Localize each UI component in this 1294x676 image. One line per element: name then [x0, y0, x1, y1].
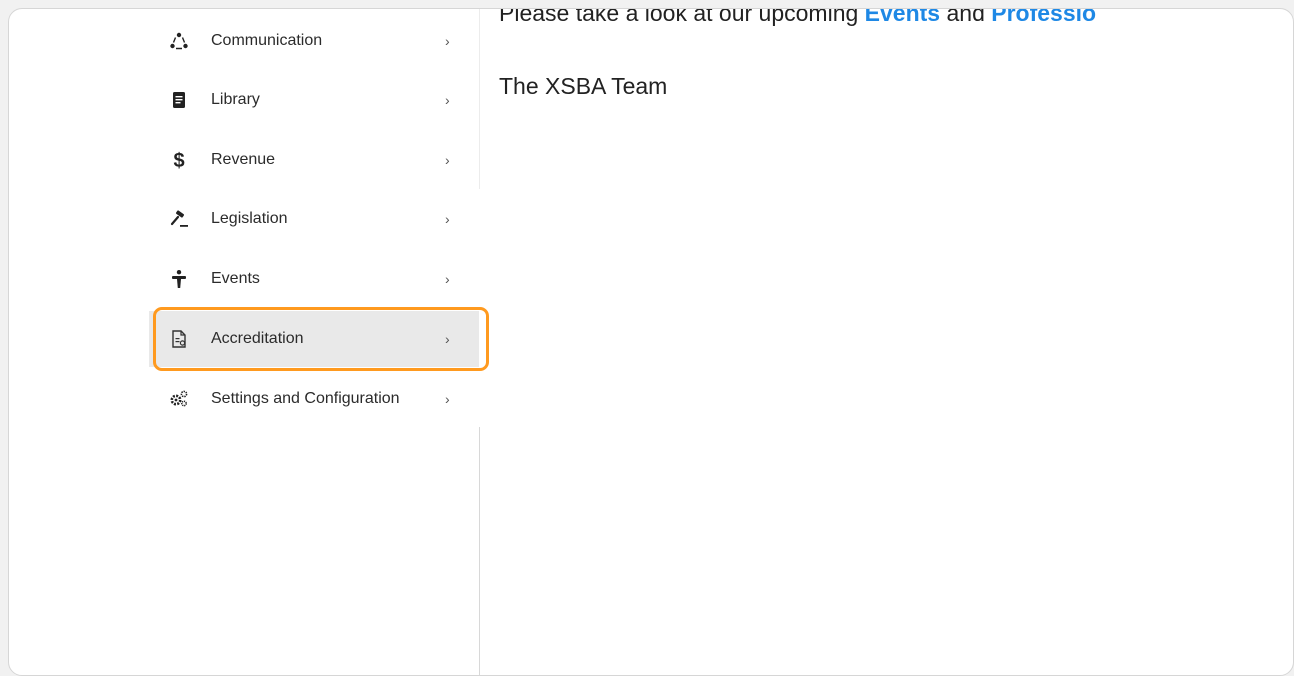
- chevron-right-icon: ›: [445, 211, 450, 227]
- chevron-right-icon: ›: [445, 271, 450, 287]
- events-link[interactable]: Events: [865, 9, 940, 26]
- sidebar-item-label: Revenue: [211, 151, 276, 168]
- sidebar-nav: Communication › Library › $ Revenue › Le…: [9, 9, 479, 675]
- chevron-right-icon: ›: [445, 391, 450, 407]
- sidebar-item-label: Legislation: [211, 210, 288, 227]
- sidebar-item-revenue[interactable]: $ Revenue ›: [149, 132, 479, 188]
- sidebar-item-label: Events: [211, 270, 260, 287]
- chevron-right-icon: ›: [445, 33, 450, 49]
- gears-icon: [169, 389, 189, 409]
- sidebar-item-accreditation[interactable]: Accreditation ›: [149, 311, 479, 367]
- sidebar-item-legislation[interactable]: Legislation ›: [149, 191, 479, 247]
- sidebar-divider: [479, 427, 480, 675]
- svg-text:$: $: [173, 150, 184, 170]
- chevron-right-icon: ›: [445, 152, 450, 168]
- sidebar-divider-top: [479, 9, 480, 189]
- people-network-icon: [169, 31, 189, 51]
- speaker-podium-icon: [169, 269, 189, 289]
- sidebar-item-label: Settings and Configuration: [211, 390, 400, 407]
- sidebar-item-label: Accreditation: [211, 330, 304, 347]
- sidebar-item-settings-and-configuration[interactable]: Settings and Configuration ›: [149, 371, 479, 427]
- book-icon: [169, 90, 189, 110]
- sidebar-item-label: Library: [211, 91, 260, 108]
- dollar-icon: $: [169, 150, 189, 170]
- chevron-right-icon: ›: [445, 92, 450, 108]
- sidebar-item-library[interactable]: Library ›: [149, 72, 479, 128]
- sidebar-item-communication[interactable]: Communication ›: [149, 13, 479, 69]
- sidebar-item-label: Communication: [211, 32, 323, 49]
- certificate-document-icon: [169, 329, 189, 349]
- chevron-right-icon: ›: [445, 331, 450, 347]
- app-window: Communication › Library › $ Revenue › Le…: [8, 8, 1294, 676]
- intro-middle-text: and: [940, 8, 992, 26]
- intro-prefix-text: Please take a look at our upcoming: [499, 8, 865, 26]
- signature-text: The XSBA Team: [499, 73, 668, 99]
- gavel-icon: [169, 209, 189, 229]
- professional-development-link[interactable]: Professio: [991, 9, 1096, 26]
- sidebar-item-events[interactable]: Events ›: [149, 251, 479, 307]
- intro-line: Please take a look at our upcoming Event…: [499, 8, 1096, 27]
